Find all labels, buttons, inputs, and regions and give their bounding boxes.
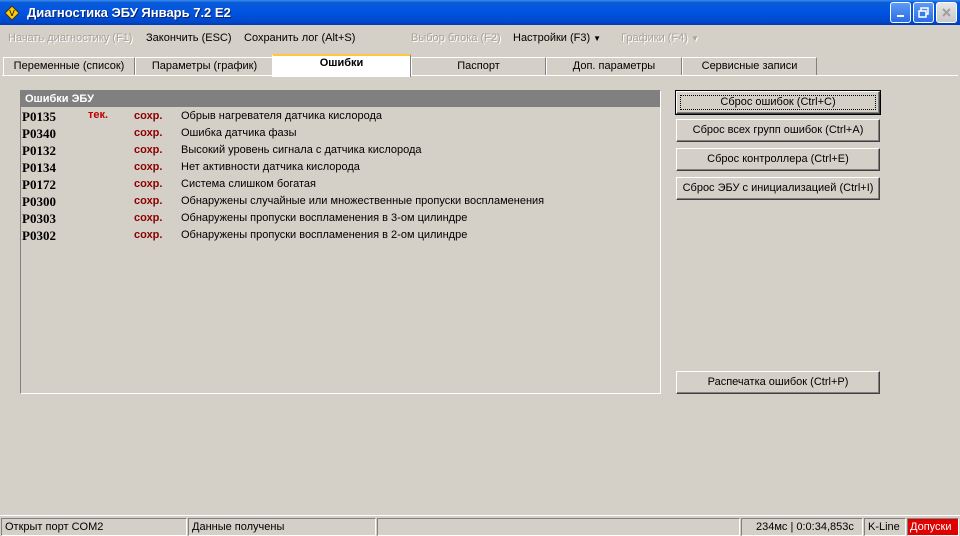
tab-strip: Переменные (список) Параметры (график) О…: [0, 54, 960, 77]
error-saved-flag: сохр.: [134, 127, 163, 139]
errors-list: P0135 тек. сохр. Обрыв нагревателя датчика …: [21, 107, 660, 243]
focus-ring: [680, 95, 876, 110]
menu-graphs[interactable]: Графики (F4) ▼: [621, 32, 699, 44]
error-description: Обрыв нагревателя датчика кислорода: [181, 110, 382, 122]
error-code: P0302: [22, 228, 56, 243]
error-current-flag: тек.: [88, 109, 109, 121]
title-bar: V Диагностика ЭБУ Январь 7.2 E2: [0, 0, 960, 25]
error-row[interactable]: P0340 сохр. Ошибка датчика фазы: [21, 124, 660, 141]
status-data: Данные получены: [188, 518, 376, 536]
minimize-icon[interactable]: [890, 2, 911, 23]
error-code: P0340: [22, 126, 56, 141]
tab-service-records[interactable]: Сервисные записи: [682, 57, 817, 76]
error-description: Высокий уровень сигнала с датчика кислор…: [181, 144, 422, 156]
error-code: P0303: [22, 211, 56, 226]
tab-variables-list[interactable]: Переменные (список): [3, 57, 135, 76]
error-description: Обнаружены случайные или множественные п…: [181, 195, 545, 207]
menu-finish[interactable]: Закончить (ESC): [146, 32, 232, 44]
error-description: Обнаружены пропуски воспламенения в 3-ом…: [181, 212, 468, 224]
error-description: Система слишком богатая: [181, 178, 316, 190]
error-row[interactable]: P0134 сохр. Нет активности датчика кислоро…: [21, 158, 660, 175]
chevron-down-icon: ▼: [593, 34, 602, 43]
error-saved-flag: сохр.: [134, 161, 163, 173]
error-row[interactable]: P0302 сохр. Обнаружены пропуски воспламене…: [21, 226, 660, 243]
error-code: P0135: [22, 109, 56, 124]
error-code: P0172: [22, 177, 56, 192]
error-saved-flag: сохр.: [134, 178, 163, 190]
status-tolerance-alert: Допуски: [907, 518, 959, 536]
close-icon[interactable]: [936, 2, 957, 23]
error-saved-flag: сохр.: [134, 229, 163, 241]
status-bar: Открыт порт COM2 Данные получены 234мс |…: [0, 515, 960, 536]
tab-passport[interactable]: Паспорт: [411, 57, 546, 76]
reset-errors-button[interactable]: Сброс ошибок (Ctrl+C): [675, 90, 881, 115]
errors-panel-header: Ошибки ЭБУ: [21, 91, 660, 107]
tab-panel-border: [2, 75, 958, 76]
error-row[interactable]: P0303 сохр. Обнаружены пропуски воспламене…: [21, 209, 660, 226]
status-timing: 234мс | 0:0:34,853с: [741, 518, 863, 536]
svg-text:V: V: [9, 9, 15, 18]
errors-panel: Ошибки ЭБУ P0135 тек. сохр. Обрыв нагревате…: [20, 90, 661, 394]
error-row[interactable]: P0300 сохр. Обнаружены случайные или множе…: [21, 192, 660, 209]
window-title: Диагностика ЭБУ Январь 7.2 E2: [27, 5, 231, 20]
print-errors-button[interactable]: Распечатка ошибок (Ctrl+P): [676, 371, 880, 394]
error-row[interactable]: P0135 тек. сохр. Обрыв нагревателя датчика …: [21, 107, 660, 124]
reset-ecu-init-button[interactable]: Сброс ЭБУ с инициализацией (Ctrl+I): [676, 177, 880, 200]
reset-controller-button[interactable]: Сброс контроллера (Ctrl+E): [676, 148, 880, 171]
chevron-down-icon: ▼: [690, 34, 699, 43]
tab-extra-parameters[interactable]: Доп. параметры: [546, 57, 682, 76]
error-saved-flag: сохр.: [134, 110, 163, 122]
status-interface: K-Line: [864, 518, 906, 536]
menu-graphs-label: Графики (F4): [621, 32, 688, 44]
error-row[interactable]: P0172 сохр. Система слишком богатая: [21, 175, 660, 192]
error-saved-flag: сохр.: [134, 144, 163, 156]
menu-settings[interactable]: Настройки (F3) ▼: [513, 32, 601, 44]
error-code: P0134: [22, 160, 56, 175]
error-description: Обнаружены пропуски воспламенения в 2-ом…: [181, 229, 468, 241]
menu-select-block[interactable]: Выбор блока (F2): [411, 32, 501, 44]
maximize-icon[interactable]: [913, 2, 934, 23]
menu-settings-label: Настройки (F3): [513, 32, 591, 44]
menu-start-diagnostics[interactable]: Начать диагностику (F1): [8, 32, 132, 44]
error-saved-flag: сохр.: [134, 212, 163, 224]
status-empty: [377, 518, 740, 536]
error-saved-flag: сохр.: [134, 195, 163, 207]
reset-all-groups-button[interactable]: Сброс всех групп ошибок (Ctrl+A): [676, 119, 880, 142]
error-code: P0132: [22, 143, 56, 158]
error-row[interactable]: P0132 сохр. Высокий уровень сигнала с датч…: [21, 141, 660, 158]
error-description: Нет активности датчика кислорода: [181, 161, 360, 173]
menu-save-log[interactable]: Сохранить лог (Alt+S): [244, 32, 355, 44]
tab-parameters-graph[interactable]: Параметры (график): [135, 57, 274, 76]
menu-bar: Начать диагностику (F1) Закончить (ESC) …: [0, 25, 960, 51]
error-code: P0300: [22, 194, 56, 209]
error-description: Ошибка датчика фазы: [181, 127, 297, 139]
status-port: Открыт порт COM2: [1, 518, 187, 536]
tab-errors[interactable]: Ошибки: [272, 54, 411, 77]
app-logo-icon: V: [3, 4, 21, 22]
